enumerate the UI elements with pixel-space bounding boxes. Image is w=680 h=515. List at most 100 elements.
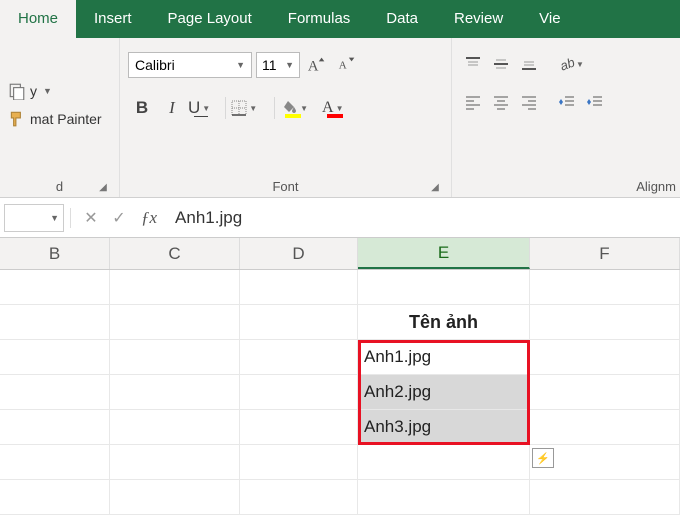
cell[interactable] bbox=[110, 305, 240, 339]
tab-insert[interactable]: Insert bbox=[76, 0, 150, 38]
font-name-value: Calibri bbox=[135, 57, 175, 73]
cell[interactable] bbox=[358, 445, 530, 479]
orientation-button[interactable]: ab▼ bbox=[554, 52, 588, 76]
tab-home[interactable]: Home bbox=[0, 0, 76, 38]
cell[interactable] bbox=[0, 340, 110, 374]
cell[interactable] bbox=[358, 480, 530, 514]
column-header-f[interactable]: F bbox=[530, 238, 680, 269]
cell[interactable] bbox=[530, 480, 680, 514]
increase-font-button[interactable]: A bbox=[304, 52, 330, 78]
tab-page-layout[interactable]: Page Layout bbox=[150, 0, 270, 38]
decrease-indent-icon bbox=[558, 94, 576, 110]
cell[interactable] bbox=[0, 305, 110, 339]
cell[interactable] bbox=[530, 375, 680, 409]
tab-data[interactable]: Data bbox=[368, 0, 436, 38]
clipboard-group-label: d ◢ bbox=[8, 176, 111, 197]
font-launcher-icon[interactable]: ◢ bbox=[427, 179, 443, 195]
cell-e4[interactable]: Anh2.jpg bbox=[358, 375, 530, 409]
autofill-options-button[interactable]: ⚡ bbox=[532, 448, 554, 468]
align-bottom-button[interactable] bbox=[516, 52, 542, 76]
cell[interactable] bbox=[240, 270, 358, 304]
cell[interactable] bbox=[110, 410, 240, 444]
align-right-button[interactable] bbox=[516, 90, 542, 114]
chevron-down-icon: ▼ bbox=[285, 60, 294, 70]
cell[interactable] bbox=[240, 375, 358, 409]
decrease-font-button[interactable]: A bbox=[334, 52, 360, 78]
font-name-combo[interactable]: Calibri ▼ bbox=[128, 52, 252, 78]
align-top-icon bbox=[464, 56, 482, 72]
tab-review[interactable]: Review bbox=[436, 0, 521, 38]
name-box[interactable]: ▼ bbox=[4, 204, 64, 232]
borders-icon bbox=[231, 100, 247, 116]
cell[interactable] bbox=[110, 340, 240, 374]
underline-button[interactable]: U ▼ bbox=[188, 94, 220, 122]
cell[interactable] bbox=[110, 480, 240, 514]
column-header-d[interactable]: D bbox=[240, 238, 358, 269]
italic-button[interactable]: I bbox=[158, 94, 186, 122]
cell[interactable] bbox=[530, 305, 680, 339]
format-painter-button[interactable]: mat Painter bbox=[8, 110, 111, 128]
chevron-down-icon: ▼ bbox=[202, 104, 210, 113]
borders-button[interactable]: ▼ bbox=[231, 94, 269, 122]
svg-text:A: A bbox=[308, 59, 319, 75]
grid-rows: Tên ảnh Anh1.jpg Anh2.jpg Anh3.jpg bbox=[0, 270, 680, 515]
tab-formulas[interactable]: Formulas bbox=[270, 0, 369, 38]
formula-bar: ▼ ✕ ✓ ƒx Anh1.jpg bbox=[0, 198, 680, 238]
formula-input[interactable]: Anh1.jpg bbox=[165, 208, 680, 228]
cell[interactable] bbox=[0, 445, 110, 479]
font-size-combo[interactable]: 11 ▼ bbox=[256, 52, 300, 78]
decrease-font-icon: A bbox=[336, 54, 358, 76]
cell[interactable] bbox=[240, 340, 358, 374]
separator bbox=[225, 97, 226, 119]
table-row: Anh2.jpg bbox=[0, 375, 680, 410]
decrease-indent-button[interactable] bbox=[554, 90, 580, 114]
align-top-button[interactable] bbox=[460, 52, 486, 76]
cell[interactable] bbox=[0, 480, 110, 514]
cell[interactable] bbox=[530, 410, 680, 444]
spreadsheet-grid: BCDEF Tên ảnh Anh1.jpg Anh2.jpg bbox=[0, 238, 680, 515]
align-right-icon bbox=[520, 94, 538, 110]
chevron-down-icon: ▼ bbox=[576, 60, 584, 69]
align-left-button[interactable] bbox=[460, 90, 486, 114]
clipboard-launcher-icon[interactable]: ◢ bbox=[95, 179, 111, 195]
cell[interactable] bbox=[0, 270, 110, 304]
cell[interactable] bbox=[530, 270, 680, 304]
font-color-swatch bbox=[327, 114, 343, 118]
column-header-b[interactable]: B bbox=[0, 238, 110, 269]
cell[interactable] bbox=[240, 445, 358, 479]
column-header-e[interactable]: E bbox=[358, 238, 530, 269]
fill-color-button[interactable]: ▼ bbox=[280, 94, 320, 122]
cell[interactable] bbox=[110, 445, 240, 479]
cell-e5[interactable]: Anh3.jpg bbox=[358, 410, 530, 444]
fill-color-swatch bbox=[285, 114, 301, 118]
align-center-icon bbox=[492, 94, 510, 110]
orientation-icon: ab bbox=[558, 56, 576, 72]
column-header-c[interactable]: C bbox=[110, 238, 240, 269]
bold-button[interactable]: B bbox=[128, 94, 156, 122]
cell[interactable] bbox=[0, 375, 110, 409]
increase-indent-button[interactable] bbox=[582, 90, 608, 114]
font-color-button[interactable]: A ▼ bbox=[322, 94, 355, 122]
tab-view[interactable]: Vie bbox=[521, 0, 578, 38]
enter-button[interactable]: ✓ bbox=[105, 203, 133, 233]
cell-e3[interactable]: Anh1.jpg bbox=[358, 340, 530, 374]
cell[interactable] bbox=[358, 270, 530, 304]
cell-header[interactable]: Tên ảnh bbox=[358, 305, 530, 339]
cell[interactable] bbox=[240, 305, 358, 339]
svg-text:A: A bbox=[339, 60, 347, 72]
ribbon: y ▼ mat Painter d ◢ Calibri ▼ 11 ▼ bbox=[0, 38, 680, 198]
table-row bbox=[0, 270, 680, 305]
font-group-label: Font ◢ bbox=[128, 176, 443, 197]
chevron-down-icon: ▼ bbox=[236, 60, 245, 70]
cell[interactable] bbox=[240, 480, 358, 514]
cell[interactable] bbox=[110, 375, 240, 409]
cell[interactable] bbox=[530, 340, 680, 374]
fx-label[interactable]: ƒx bbox=[141, 208, 157, 228]
cell[interactable] bbox=[240, 410, 358, 444]
cell[interactable] bbox=[110, 270, 240, 304]
align-center-button[interactable] bbox=[488, 90, 514, 114]
cell[interactable] bbox=[0, 410, 110, 444]
cancel-button[interactable]: ✕ bbox=[77, 203, 105, 233]
align-middle-button[interactable] bbox=[488, 52, 514, 76]
copy-button[interactable]: y ▼ bbox=[8, 82, 111, 100]
